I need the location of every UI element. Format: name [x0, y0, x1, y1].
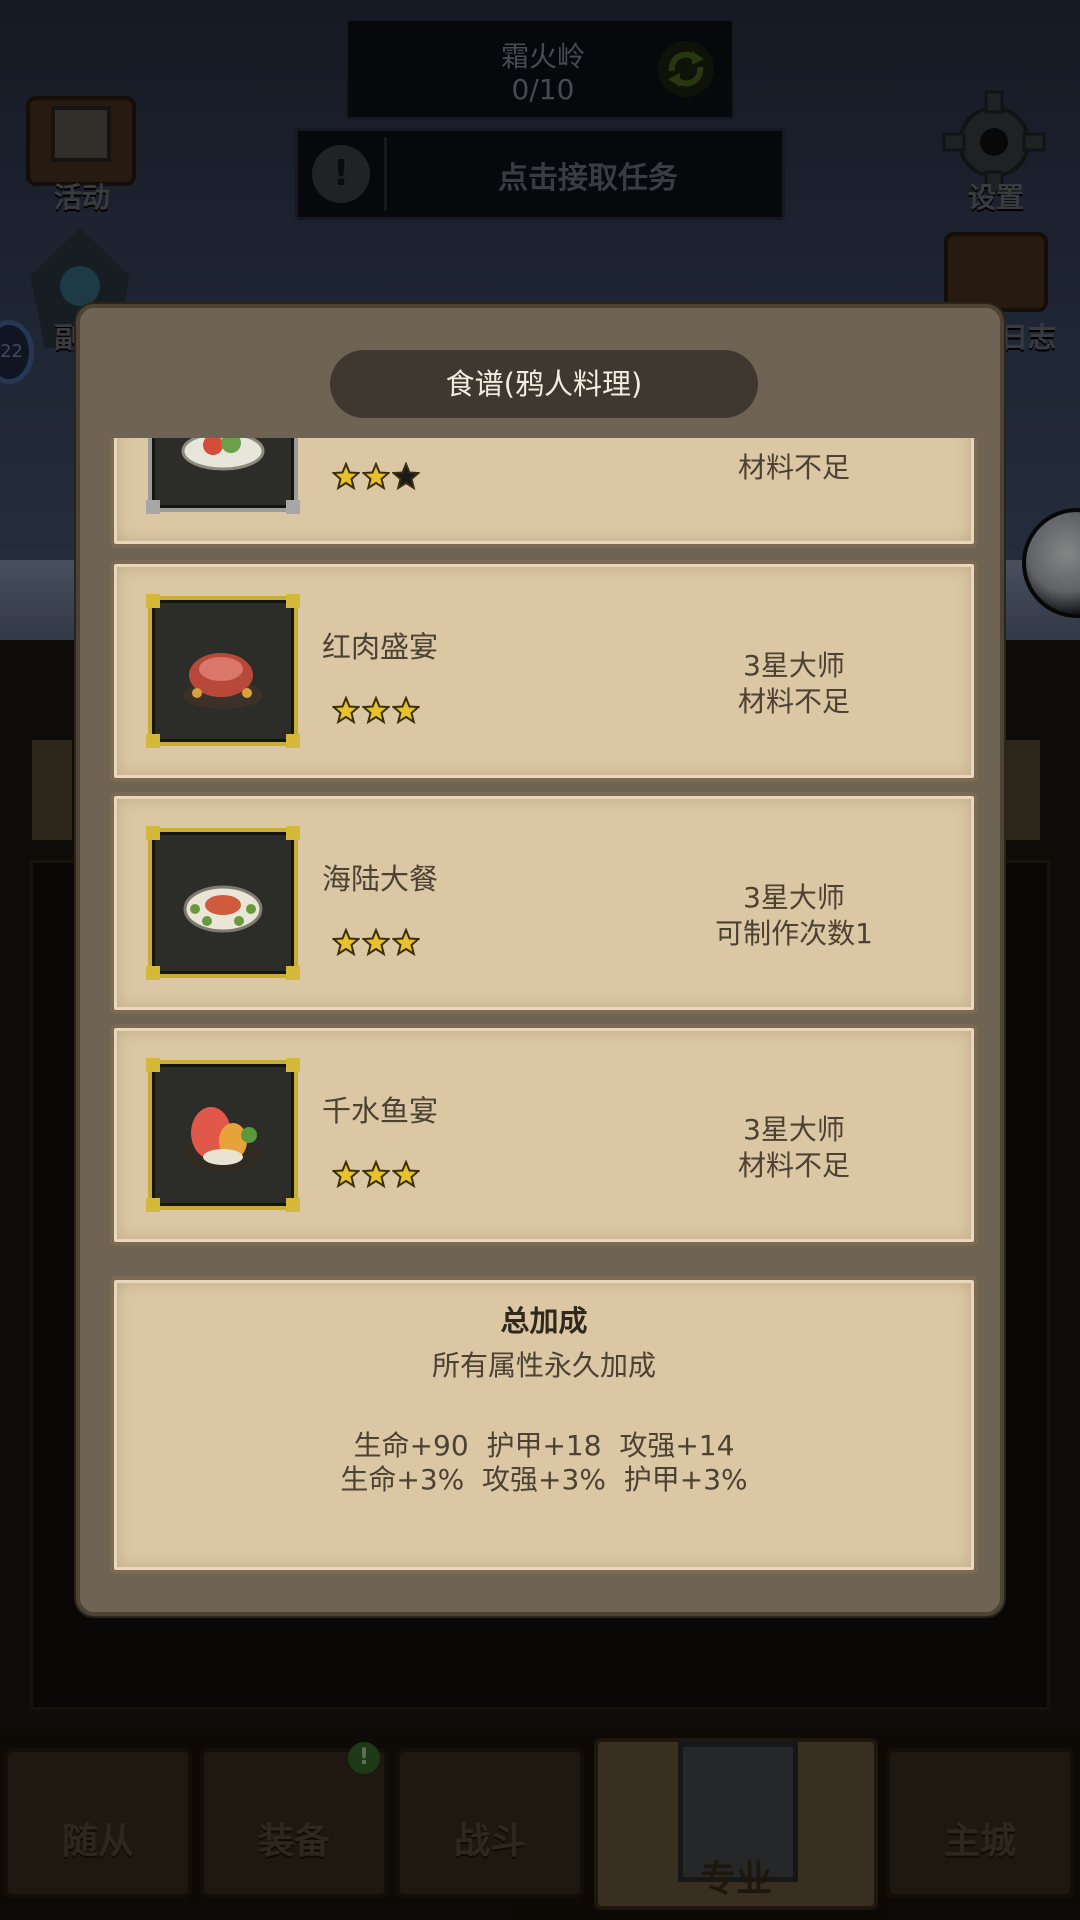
star-filled-icon [330, 1159, 362, 1189]
bonus-percent-stats: 生命+3% 攻强+3% 护甲+3% [340, 1463, 748, 1496]
star-filled-icon [330, 461, 362, 491]
recipe-status: 3星大师 材料不足 [674, 1112, 914, 1184]
star-rating [330, 461, 422, 491]
dish-thumbnail [146, 438, 300, 514]
recipe-rank: 3星大师 [743, 881, 845, 914]
dish-thumbnail [146, 1058, 300, 1212]
total-bonus-panel: 总加成 所有属性永久加成 生命+90 护甲+18 攻强+14 生命+3% 攻强+… [110, 1276, 978, 1574]
modal-title: 食谱(鸦人料理) [330, 350, 758, 418]
star-rating [330, 695, 422, 725]
dish-name: 千水鱼宴 [322, 1094, 439, 1128]
star-rating [330, 927, 422, 957]
recipe-status-text: 材料不足 [737, 685, 850, 718]
dish-thumbnail [146, 594, 300, 748]
recipe-status: 3星大师 可制作次数1 [674, 880, 914, 952]
seafood-plate-icon [183, 885, 263, 933]
dish-name: 红肉盛宴 [322, 630, 439, 664]
fish-feast-icon [183, 1107, 263, 1171]
star-filled-icon [330, 927, 362, 957]
recipe-status: 材料不足 [674, 450, 914, 486]
recipe-rank: 3星大师 [743, 649, 845, 682]
total-bonus-subtitle: 所有属性永久加成 [431, 1349, 656, 1382]
recipe-card[interactable]: 红肉盛宴 3星大师 材料不足 [110, 560, 978, 782]
recipe-card[interactable]: 千水鱼宴 3星大师 材料不足 [110, 1024, 978, 1246]
star-filled-icon [390, 695, 422, 725]
star-filled-icon [360, 1159, 392, 1189]
star-filled-icon [390, 1159, 422, 1189]
recipe-modal: 食谱(鸦人料理) 材料不足 红肉盛宴 3星大师 材料不足 海陆大餐 3星大师 可… [76, 304, 1004, 1616]
star-filled-icon [390, 927, 422, 957]
star-empty-icon [390, 461, 422, 491]
recipe-rank: 3星大师 [743, 1113, 845, 1146]
recipe-status-text: 可制作次数1 [715, 917, 873, 950]
dish-icon [181, 438, 265, 471]
recipe-status-text: 材料不足 [737, 451, 850, 484]
recipe-list[interactable]: 材料不足 红肉盛宴 3星大师 材料不足 海陆大餐 3星大师 可制作次数1 千水鱼… [102, 438, 982, 1250]
star-rating [330, 1159, 422, 1189]
star-filled-icon [360, 927, 392, 957]
total-bonus-title: 总加成 [500, 1304, 588, 1338]
star-filled-icon [330, 695, 362, 725]
dish-name: 海陆大餐 [322, 862, 439, 896]
star-filled-icon [360, 461, 392, 491]
dish-thumbnail [146, 826, 300, 980]
star-filled-icon [360, 695, 392, 725]
recipe-card[interactable]: 海陆大餐 3星大师 可制作次数1 [110, 792, 978, 1014]
roast-meat-icon [183, 653, 263, 709]
recipe-status: 3星大师 材料不足 [674, 648, 914, 720]
recipe-status-text: 材料不足 [737, 1149, 850, 1182]
recipe-card[interactable]: 材料不足 [110, 438, 978, 548]
